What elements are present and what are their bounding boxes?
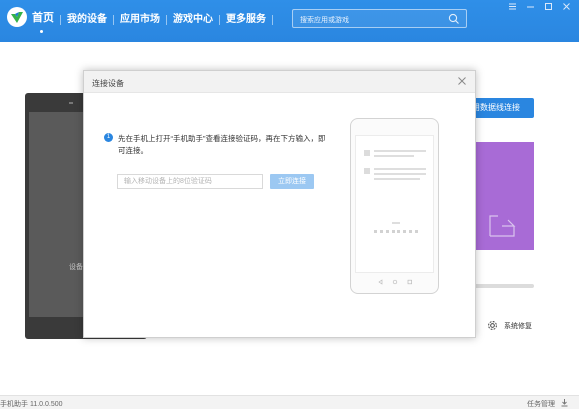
phone-guide-illustration (350, 118, 439, 294)
dialog-title: 连接设备 (92, 79, 124, 88)
minimize-icon[interactable] (524, 2, 536, 14)
close-icon[interactable] (560, 2, 572, 14)
text-line-placeholder (392, 222, 400, 224)
nav-app-market[interactable]: 应用市场 (114, 0, 166, 25)
nav-my-devices[interactable]: 我的设备 (61, 0, 113, 25)
menu-icon[interactable] (506, 2, 518, 14)
search-placeholder: 搜索应用或游戏 (300, 17, 349, 24)
text-line-placeholder (374, 178, 420, 180)
instruction-text: 先在手机上打开“手机助手”查看连接验证码，再在下方输入，即可连接。 (118, 134, 326, 155)
phone-guide-screen (355, 135, 434, 273)
step-number-badge: 1 (104, 133, 113, 142)
search-icon[interactable] (448, 13, 460, 25)
top-header: 首页 我的设备 应用市场 游戏中心 更多服务 搜索应用或游戏 (0, 0, 579, 42)
download-icon[interactable] (560, 398, 569, 407)
app-logo-icon[interactable] (6, 6, 28, 28)
text-line-placeholder (374, 155, 414, 157)
app-icon-placeholder (364, 150, 370, 156)
code-digits-placeholder (374, 230, 418, 233)
connect-device-dialog: 连接设备 1 先在手机上打开“手机助手”查看连接验证码，再在下方输入，即可连接。… (83, 70, 476, 338)
version-text: 手机助手 11.0.0.500 (0, 401, 63, 408)
text-line-placeholder (374, 173, 426, 175)
nav-home[interactable]: 首页 (32, 0, 60, 33)
text-line-placeholder (374, 168, 426, 170)
connect-now-button[interactable]: 立即连接 (270, 174, 314, 189)
text-line-placeholder (374, 150, 426, 152)
main-nav: 首页 我的设备 应用市场 游戏中心 更多服务 (32, 0, 273, 42)
verification-code-input[interactable] (117, 174, 263, 189)
nav-game-center[interactable]: 游戏中心 (167, 0, 219, 25)
close-icon[interactable] (457, 76, 467, 86)
search-box[interactable]: 搜索应用或游戏 (292, 9, 467, 28)
dialog-header: 连接设备 (84, 71, 475, 93)
phone-nav-keys-icon (378, 279, 412, 285)
active-indicator (40, 30, 43, 33)
nav-home-label: 首页 (32, 12, 54, 24)
app-icon-placeholder (364, 168, 370, 174)
maximize-icon[interactable] (542, 2, 554, 14)
task-manager-link[interactable]: 任务管理 (527, 399, 555, 409)
nav-more-services[interactable]: 更多服务 (220, 0, 272, 25)
nav-divider (272, 15, 273, 25)
status-bar: 手机助手 11.0.0.500 任务管理 (0, 395, 579, 409)
